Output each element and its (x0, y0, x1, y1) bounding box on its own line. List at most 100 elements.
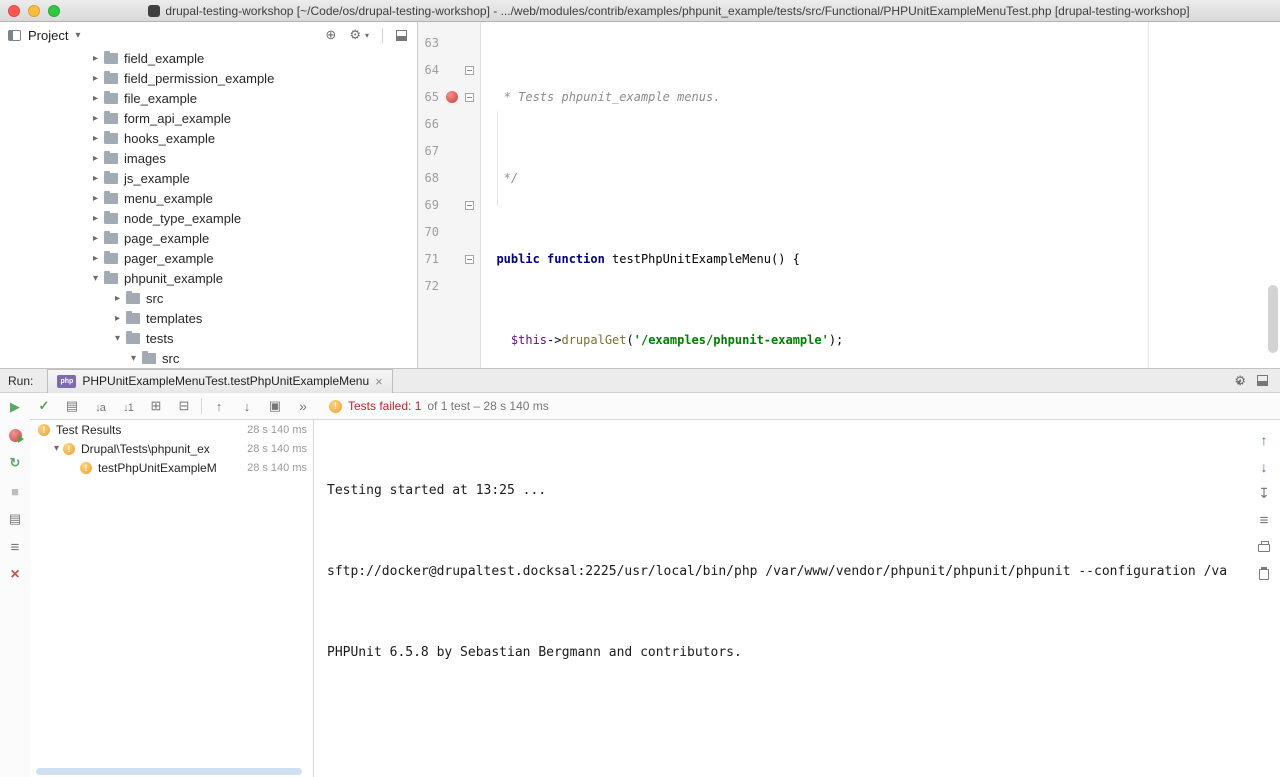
rerun-failed-tests-button[interactable] (0, 421, 30, 449)
previous-occurrence-button[interactable] (1248, 426, 1280, 453)
soft-wrap-button[interactable] (1248, 507, 1280, 534)
tree-item-menu-example[interactable]: menu_example (0, 188, 417, 208)
hide-panel-icon[interactable] (396, 30, 407, 41)
line-number: 69 (418, 192, 439, 219)
code-editor[interactable]: 63 64 65 66 67 68 69 70 71 72 * Tests ph… (418, 22, 1280, 368)
import-test-results-icon[interactable] (261, 398, 289, 414)
chevron-right-icon[interactable] (88, 213, 103, 224)
console-text: PHPUnit 6.5.8 by Sebastian Bergmann and … (327, 645, 742, 660)
test-results-root-row[interactable]: Test Results 28 s 140 ms (30, 420, 313, 439)
chevron-right-icon[interactable] (88, 53, 103, 64)
tree-item-form-api-example[interactable]: form_api_example (0, 108, 417, 128)
previous-failed-test-icon[interactable] (205, 399, 233, 414)
chevron-right-icon[interactable] (88, 93, 103, 104)
folder-icon (104, 73, 118, 84)
tree-item-src[interactable]: src (0, 288, 417, 308)
more-actions-icon[interactable] (289, 398, 317, 414)
show-ignored-icon[interactable] (58, 398, 86, 414)
trash-icon (1259, 569, 1269, 580)
chevron-right-icon[interactable] (88, 113, 103, 124)
tree-item-hooks-example[interactable]: hooks_example (0, 128, 417, 148)
chevron-right-icon[interactable] (88, 73, 103, 84)
failed-test-gutter-icon[interactable] (446, 91, 458, 103)
tree-item-field-permission-example[interactable]: field_permission_example (0, 68, 417, 88)
tree-item-field-example[interactable]: field_example (0, 48, 417, 68)
chevron-right-icon[interactable] (110, 313, 125, 324)
chevron-right-icon[interactable] (110, 293, 125, 304)
project-toolwindow-icon[interactable] (8, 30, 21, 41)
fold-marker-icon[interactable] (465, 93, 474, 102)
gear-dropdown-caret-icon: ▾ (365, 31, 369, 40)
clear-all-button[interactable] (1248, 561, 1280, 588)
tree-item-js-example[interactable]: js_example (0, 168, 417, 188)
console-right-toolbar (1248, 420, 1280, 777)
folder-icon (104, 113, 118, 124)
tree-item-node-type-example[interactable]: node_type_example (0, 208, 417, 228)
editor-scrollbar-thumb[interactable] (1268, 285, 1278, 353)
tree-item-pager-example[interactable]: pager_example (0, 248, 417, 268)
code-line-64: */ (482, 165, 1280, 192)
token-plain: testPhpUnitExampleMenu() { (605, 252, 800, 266)
folder-icon (142, 353, 156, 364)
expand-all-icon[interactable] (142, 398, 170, 414)
line-number: 72 (418, 273, 439, 300)
next-failed-test-icon[interactable] (233, 399, 261, 414)
code-line-66: $this->drupalGet('/examples/phpunit-exam… (482, 327, 1280, 354)
chevron-right-icon[interactable] (88, 173, 103, 184)
sort-alphabetically-icon[interactable] (86, 399, 114, 414)
tree-item-images[interactable]: images (0, 148, 417, 168)
minimize-window-button[interactable] (28, 5, 40, 17)
chevron-right-icon[interactable] (88, 253, 103, 264)
chevron-right-icon[interactable] (88, 153, 103, 164)
chevron-down-icon[interactable] (110, 333, 125, 344)
show-passed-icon[interactable] (30, 398, 58, 414)
close-run-panel-button[interactable] (0, 561, 30, 589)
token-comment: */ (482, 171, 518, 185)
tree-item-tests[interactable]: tests (0, 328, 417, 348)
code-line-65: public function testPhpUnitExampleMenu()… (482, 246, 1280, 273)
tree-horizontal-scrollbar[interactable] (36, 768, 302, 775)
locate-file-icon[interactable] (325, 27, 336, 43)
fold-marker-icon[interactable] (465, 255, 474, 264)
zoom-window-button[interactable] (48, 5, 60, 17)
print-button[interactable] (1248, 534, 1280, 561)
fold-marker-icon[interactable] (465, 66, 474, 75)
token-plain: -> (547, 333, 561, 347)
dump-threads-button[interactable] (0, 505, 30, 533)
stop-button[interactable] (0, 477, 30, 505)
collapse-all-icon[interactable] (170, 398, 198, 414)
chevron-down-icon[interactable] (88, 273, 103, 284)
run-panel-left-toolbar (0, 393, 30, 777)
chevron-right-icon[interactable] (88, 193, 103, 204)
next-occurrence-button[interactable] (1248, 453, 1280, 480)
close-window-button[interactable] (8, 5, 20, 17)
sort-by-duration-icon[interactable] (114, 399, 142, 414)
run-console[interactable]: Testing started at 13:25 ... sftp://dock… (315, 420, 1248, 777)
run-tab[interactable]: php PHPUnitExampleMenuTest.testPhpUnitEx… (47, 369, 392, 393)
test-suite-row[interactable]: Drupal\Tests\phpunit_ex 28 s 140 ms (30, 439, 313, 458)
toggle-auto-test-button[interactable] (0, 449, 30, 477)
code-area[interactable]: * Tests phpunit_example menus. */ public… (482, 22, 1280, 368)
chevron-right-icon[interactable] (88, 233, 103, 244)
chevron-down-icon[interactable] (50, 443, 63, 454)
settings-gear-icon[interactable] (349, 27, 361, 43)
chevron-down-icon[interactable] (126, 353, 141, 364)
scroll-to-end-button[interactable] (1248, 480, 1280, 507)
chevron-down-icon[interactable] (70, 30, 85, 41)
editor-gutter[interactable]: 63 64 65 66 67 68 69 70 71 72 (418, 22, 481, 368)
hide-run-panel-icon[interactable] (1257, 375, 1268, 386)
token-comment: * Tests phpunit_example menus. (482, 90, 720, 104)
test-history-button[interactable] (0, 533, 30, 561)
tree-item-page-example[interactable]: page_example (0, 228, 417, 248)
test-case-row[interactable]: testPhpUnitExampleM 28 s 140 ms (30, 458, 313, 477)
fold-marker-icon[interactable] (465, 201, 474, 210)
project-panel-title[interactable]: Project (28, 28, 68, 43)
tree-item-file-example[interactable]: file_example (0, 88, 417, 108)
close-tab-icon[interactable]: × (375, 375, 383, 388)
line-number: 71 (418, 246, 439, 273)
chevron-right-icon[interactable] (88, 133, 103, 144)
rerun-tests-button[interactable] (0, 393, 30, 421)
tree-item-templates[interactable]: templates (0, 308, 417, 328)
tree-item-phpunit-example[interactable]: phpunit_example (0, 268, 417, 288)
tree-item-tests-src[interactable]: src (0, 348, 417, 368)
